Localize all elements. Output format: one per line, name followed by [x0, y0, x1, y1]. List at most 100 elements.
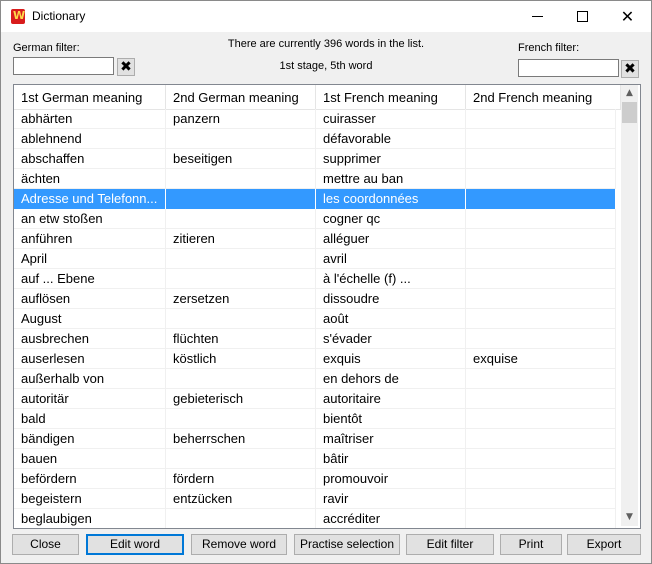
table-cell — [466, 209, 616, 229]
table-cell: avril — [316, 249, 466, 269]
table-cell — [466, 509, 616, 528]
table-cell — [466, 489, 616, 509]
table-row[interactable]: ächten mettre au ban — [14, 169, 616, 189]
table-cell — [166, 449, 316, 469]
table-cell: abhärten — [14, 109, 166, 129]
table-row-selected[interactable]: Adresse und Telefonn... les coordonnées — [14, 189, 616, 209]
table-row[interactable]: begeistern entzücken ravir — [14, 489, 616, 509]
table-row[interactable]: ausbrechen flüchten s'évader — [14, 329, 616, 349]
table-cell: à l'échelle (f) ... — [316, 269, 466, 289]
table-row[interactable]: August août — [14, 309, 616, 329]
close-window-button[interactable]: ✕ — [605, 1, 650, 32]
table-cell: défavorable — [316, 129, 466, 149]
table-row[interactable]: beglaubigen accréditer — [14, 509, 616, 528]
table-cell — [166, 369, 316, 389]
table-row[interactable]: abhärten panzern cuirasser — [14, 109, 616, 129]
word-list[interactable]: 1st German meaning 2nd German meaning 1s… — [13, 84, 641, 529]
table-row[interactable]: anführen zitieren alléguer — [14, 229, 616, 249]
table-cell: ablehnend — [14, 129, 166, 149]
table-cell: köstlich — [166, 349, 316, 369]
table-row[interactable]: abschaffen beseitigen supprimer — [14, 149, 616, 169]
table-cell: mettre au ban — [316, 169, 466, 189]
column-header-2nd-french[interactable]: 2nd French meaning — [466, 85, 621, 109]
clear-icon: ✖ — [120, 59, 132, 75]
table-cell — [166, 409, 316, 429]
table-cell — [466, 249, 616, 269]
table-cell — [166, 129, 316, 149]
table-cell: bientôt — [316, 409, 466, 429]
table-cell — [466, 269, 616, 289]
table-cell — [466, 109, 616, 129]
table-cell — [166, 249, 316, 269]
minimize-icon — [532, 16, 543, 17]
table-cell: alléguer — [316, 229, 466, 249]
list-rows: abhärten panzern cuirasser ablehnend défavor… — [14, 109, 616, 528]
table-cell: s'évader — [316, 329, 466, 349]
table-cell — [466, 369, 616, 389]
column-header-1st-french[interactable]: 1st French meaning — [316, 85, 466, 109]
table-row[interactable]: an etw stoßen cogner qc — [14, 209, 616, 229]
scroll-down-icon[interactable]: ▼ — [621, 509, 638, 526]
german-filter-label: German filter: — [13, 42, 80, 54]
column-header-2nd-german[interactable]: 2nd German meaning — [166, 85, 316, 109]
export-button[interactable]: Export — [567, 534, 641, 555]
window-title: Dictionary — [32, 9, 86, 23]
table-cell: zitieren — [166, 229, 316, 249]
table-row[interactable]: April avril — [14, 249, 616, 269]
table-cell: les coordonnées — [316, 189, 466, 209]
table-cell — [466, 129, 616, 149]
minimize-button[interactable] — [515, 1, 560, 32]
table-cell: exquise — [466, 349, 616, 369]
table-cell: flüchten — [166, 329, 316, 349]
edit-filter-button[interactable]: Edit filter — [406, 534, 494, 555]
table-cell: beherrschen — [166, 429, 316, 449]
scroll-up-icon[interactable]: ▲ — [621, 85, 638, 102]
table-row[interactable]: auserlesen köstlich exquis exquise — [14, 349, 616, 369]
edit-word-button[interactable]: Edit word — [86, 534, 184, 555]
scroll-thumb[interactable] — [622, 102, 637, 123]
remove-word-button[interactable]: Remove word — [191, 534, 287, 555]
app-icon: W — [11, 9, 25, 24]
french-filter-input[interactable] — [518, 59, 619, 77]
table-row[interactable]: bauen bâtir — [14, 449, 616, 469]
table-cell: supprimer — [316, 149, 466, 169]
table-cell: auserlesen — [14, 349, 166, 369]
table-cell: an etw stoßen — [14, 209, 166, 229]
clear-french-filter-button[interactable]: ✖ — [621, 60, 639, 78]
table-cell: promouvoir — [316, 469, 466, 489]
table-cell — [466, 429, 616, 449]
column-header-1st-german[interactable]: 1st German meaning — [14, 85, 166, 109]
table-cell — [466, 169, 616, 189]
table-cell — [466, 229, 616, 249]
table-row[interactable]: befördern fördern promouvoir — [14, 469, 616, 489]
table-cell — [466, 329, 616, 349]
table-cell: août — [316, 309, 466, 329]
table-cell: exquis — [316, 349, 466, 369]
clear-german-filter-button[interactable]: ✖ — [117, 58, 135, 76]
maximize-icon — [577, 11, 588, 22]
table-cell: fördern — [166, 469, 316, 489]
table-cell — [166, 169, 316, 189]
table-cell — [466, 309, 616, 329]
table-row[interactable]: auf ... Ebene à l'échelle (f) ... — [14, 269, 616, 289]
close-button[interactable]: Close — [12, 534, 79, 555]
german-filter-input[interactable] — [13, 57, 114, 75]
practise-selection-button[interactable]: Practise selection — [294, 534, 400, 555]
close-icon: ✕ — [620, 7, 635, 26]
table-cell: gebieterisch — [166, 389, 316, 409]
table-cell: en dehors de — [316, 369, 466, 389]
table-row[interactable]: bald bientôt — [14, 409, 616, 429]
table-cell: accréditer — [316, 509, 466, 528]
vertical-scrollbar[interactable]: ▲ ▼ — [621, 85, 638, 526]
table-row[interactable]: autoritär gebieterisch autoritaire — [14, 389, 616, 409]
table-row[interactable]: außerhalb von en dehors de — [14, 369, 616, 389]
print-button[interactable]: Print — [500, 534, 562, 555]
table-row[interactable]: bändigen beherrschen maîtriser — [14, 429, 616, 449]
title-bar[interactable]: W Dictionary ✕ — [1, 1, 651, 32]
maximize-button[interactable] — [560, 1, 605, 32]
table-row[interactable]: ablehnend défavorable — [14, 129, 616, 149]
table-cell: bald — [14, 409, 166, 429]
table-cell — [466, 149, 616, 169]
table-cell — [466, 189, 616, 209]
table-row[interactable]: auflösen zersetzen dissoudre — [14, 289, 616, 309]
